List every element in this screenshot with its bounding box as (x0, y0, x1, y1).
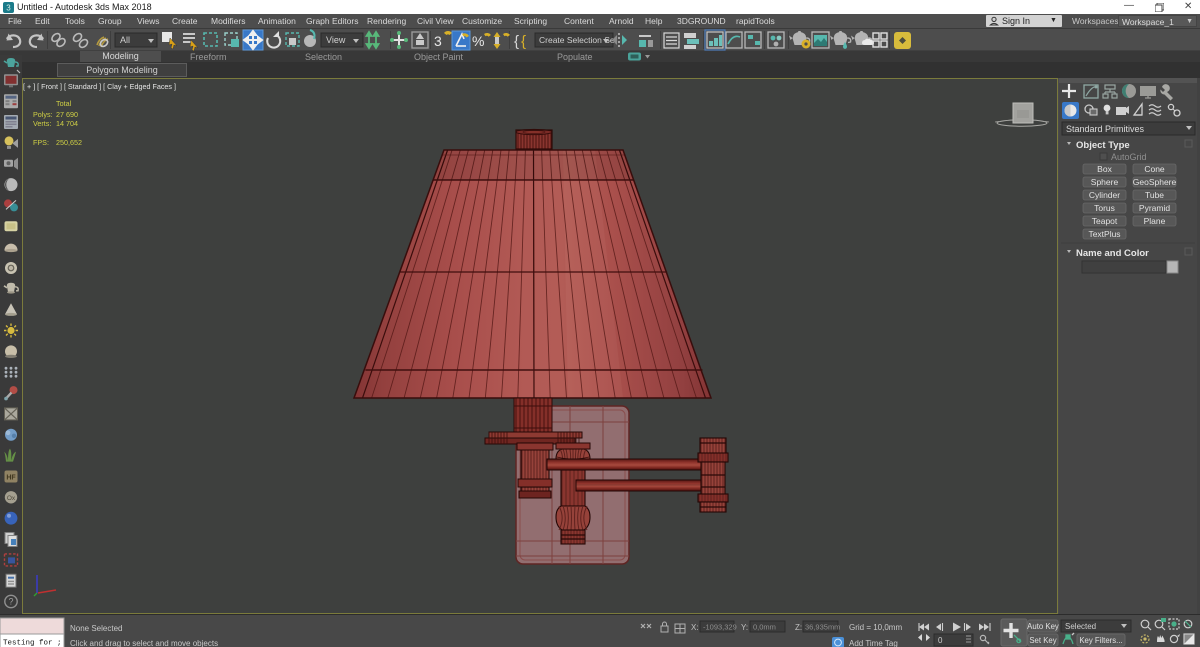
svg-text:Ox: Ox (7, 495, 16, 502)
svg-text:HF: HF (6, 475, 16, 482)
svg-text:Total: Total (56, 99, 72, 108)
svg-text:View: View (326, 35, 346, 45)
svg-text:TextPlus: TextPlus (1088, 229, 1120, 239)
svg-text:Set Key: Set Key (1029, 636, 1056, 645)
svg-text:Polys:: Polys: (33, 110, 53, 119)
svg-text:Teapot: Teapot (1092, 216, 1118, 226)
svg-text:Selected: Selected (1065, 622, 1096, 631)
svg-text:14 704: 14 704 (56, 119, 78, 128)
svg-text:FPS:: FPS: (33, 138, 49, 147)
svg-text:{: { (521, 33, 526, 50)
svg-text:Tube: Tube (1145, 190, 1164, 200)
svg-text:All: All (120, 35, 130, 45)
svg-text:Y:: Y: (741, 623, 748, 632)
svg-text:Z:: Z: (795, 623, 802, 632)
svg-text:Box: Box (1097, 164, 1112, 174)
svg-text:Grid = 10,0mm: Grid = 10,0mm (849, 623, 902, 632)
svg-text:Torus: Torus (1094, 203, 1115, 213)
svg-text:Verts:: Verts: (33, 119, 51, 128)
svg-text:X:: X: (691, 623, 699, 632)
svg-text:?: ? (8, 597, 13, 607)
svg-text:0: 0 (938, 636, 943, 645)
svg-text:None Selected: None Selected (70, 624, 122, 633)
svg-text:Auto Key: Auto Key (1027, 622, 1059, 631)
svg-text:Cylinder: Cylinder (1089, 190, 1120, 200)
svg-text:Plane: Plane (1144, 216, 1166, 226)
svg-text:250,652: 250,652 (56, 138, 82, 147)
svg-text:Create Selection Se: Create Selection Se (539, 35, 615, 45)
svg-text:3: 3 (6, 4, 11, 13)
svg-text:-1093,329: -1093,329 (703, 623, 737, 632)
svg-text:Object Type: Object Type (1076, 140, 1130, 151)
svg-text:Click and drag to select and m: Click and drag to select and move object… (70, 639, 218, 647)
svg-text:Cone: Cone (1144, 164, 1165, 174)
svg-text:%: % (472, 33, 484, 49)
svg-text:AutoGrid: AutoGrid (1111, 152, 1147, 162)
svg-text:Key Filters...: Key Filters... (1079, 636, 1122, 645)
svg-text:3: 3 (434, 33, 442, 49)
svg-text:GeoSphere: GeoSphere (1133, 177, 1177, 187)
svg-text:Add Time Tag: Add Time Tag (849, 639, 898, 647)
svg-text:Pyramid: Pyramid (1139, 203, 1170, 213)
svg-text:36,935mm: 36,935mm (805, 623, 840, 632)
svg-text:Sphere: Sphere (1091, 177, 1119, 187)
svg-text:Name and Color: Name and Color (1076, 248, 1149, 259)
svg-text:Standard Primitives: Standard Primitives (1066, 124, 1145, 134)
svg-text:{: { (514, 33, 519, 50)
svg-text:Testing for ;: Testing for ; (3, 640, 62, 647)
svg-text:27 690: 27 690 (56, 110, 78, 119)
svg-text:[ + ] [ Front ] [ Standard ] [: [ + ] [ Front ] [ Standard ] [ Clay + Ed… (23, 82, 176, 91)
svg-text:0,0mm: 0,0mm (753, 623, 776, 632)
